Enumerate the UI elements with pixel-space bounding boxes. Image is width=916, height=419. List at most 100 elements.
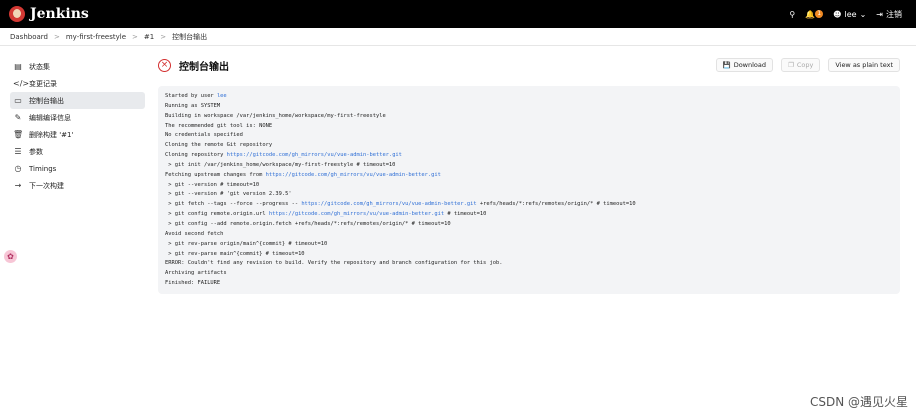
sidebar-item-parameters[interactable]: ☰ 参数 — [10, 143, 145, 160]
console-line: > git rev-parse origin/main^{commit} # t… — [165, 240, 893, 250]
console-line-text: > git --version # timeout=10 — [165, 181, 260, 188]
watermark: CSDN @遇见火星 — [809, 395, 908, 409]
console-link[interactable]: https://gitcode.com/gh_mirrors/vu/vue-ad… — [266, 172, 441, 178]
console-line: Fetching upstream changes from https://g… — [165, 171, 893, 181]
console-line: > git --version # timeout=10 — [165, 181, 893, 191]
logout-button[interactable]: ⇥ 注销 — [876, 9, 902, 20]
console-line: > git rev-parse main^{commit} # timeout=… — [165, 250, 893, 260]
console-line-text: Archiving artifacts — [165, 270, 227, 277]
console-line-text: > git config --add remote.origin.fetch +… — [165, 220, 451, 227]
floating-assistant-icon[interactable]: ✿ — [4, 250, 17, 263]
sidebar-item-label: 下一次构建 — [29, 181, 64, 190]
bell-icon: 🔔 — [805, 9, 816, 19]
sidebar-item-next-build[interactable]: → 下一次构建 — [10, 177, 145, 194]
edit-icon: ✎ — [14, 113, 22, 122]
console-line-text: Avoid second fetch — [165, 230, 224, 237]
console-line: No credentials specified — [165, 131, 893, 141]
console-line-text: No credentials specified — [165, 132, 243, 139]
console-link[interactable]: https://gitcode.com/gh_mirrors/vu/vue-ad… — [269, 211, 444, 217]
page-header: × 控制台输出 💾 Download ❐ Copy View as plain … — [158, 56, 900, 74]
console-line: Cloning repository https://gitcode.com/g… — [165, 151, 893, 161]
breadcrumb-dashboard[interactable]: Dashboard — [10, 33, 48, 41]
copy-icon: ❐ — [788, 61, 794, 69]
top-navbar: Jenkins ⚲ 🔔 1 ☻ lee ⌄ ⇥ 注销 — [0, 0, 916, 28]
sidebar-item-console-output[interactable]: ▭ 控制台输出 — [10, 92, 145, 109]
console-line: > git init /var/jenkins_home/workspace/m… — [165, 161, 893, 171]
sidebar-item-status[interactable]: ▤ 状态集 — [10, 58, 145, 75]
console-line-text: > git config remote.origin.url — [165, 211, 269, 218]
console-line-text: Running as SYSTEM — [165, 102, 221, 109]
download-button[interactable]: 💾 Download — [715, 58, 773, 72]
sidebar-item-label: 变更记录 — [29, 79, 57, 88]
console-line-text: # timeout=10 — [444, 211, 487, 218]
console-line-text: Cloning repository — [165, 152, 227, 159]
jenkins-butler-icon — [9, 6, 25, 22]
copy-button[interactable]: ❐ Copy — [781, 58, 821, 72]
sidebar-item-edit-build-info[interactable]: ✎ 编辑编译信息 — [10, 109, 145, 126]
console-icon: ▭ — [14, 96, 22, 105]
console-line: ERROR: Couldn't find any revision to bui… — [165, 259, 893, 269]
console-line: Building in workspace /var/jenkins_home/… — [165, 112, 893, 122]
notifications-button[interactable]: 🔔 1 — [805, 9, 824, 19]
console-line-text: Finished: FAILURE — [165, 280, 221, 287]
console-line: > git config --add remote.origin.fetch +… — [165, 220, 893, 230]
user-name: lee — [844, 9, 857, 19]
download-icon: 💾 — [722, 61, 731, 69]
console-line-text: ERROR: Couldn't find any revision to bui… — [165, 260, 503, 267]
sidebar-item-changes[interactable]: </> 变更记录 — [10, 75, 145, 92]
console-link[interactable]: https://gitcode.com/gh_mirrors/vu/vue-ad… — [227, 152, 402, 158]
console-line: Cloning the remote Git repository — [165, 141, 893, 151]
console-output: Started by user lee Running as SYSTEM Buil… — [158, 86, 900, 294]
search-icon[interactable]: ⚲ — [789, 10, 795, 19]
breadcrumb-job[interactable]: my-first-freestyle — [66, 33, 126, 41]
breadcrumb-console[interactable]: 控制台输出 — [172, 32, 207, 42]
console-line-text: > git fetch --tags --force --progress -- — [165, 201, 302, 208]
breadcrumb-separator-icon: > — [53, 32, 60, 41]
console-line: Archiving artifacts — [165, 269, 893, 279]
console-line: > git config remote.origin.url https://g… — [165, 210, 893, 220]
page-title: 控制台输出 — [179, 61, 229, 73]
breadcrumb-separator-icon: > — [132, 32, 138, 41]
console-link[interactable]: https://gitcode.com/gh_mirrors/vu/vue-ad… — [301, 201, 476, 207]
arrow-right-icon: → — [14, 181, 22, 190]
console-line: Avoid second fetch — [165, 230, 893, 240]
sidebar-item-label: 删除构建 '#1' — [29, 130, 74, 139]
sidebar-item-label: Timings — [29, 164, 57, 173]
clock-icon: ◷ — [14, 164, 22, 173]
failure-status-icon: × — [158, 58, 171, 72]
user-menu[interactable]: ☻ lee ⌄ — [833, 10, 866, 19]
console-line-text: The recommended git tool is: NONE — [165, 122, 273, 129]
console-line-text: Fetching upstream changes from — [165, 171, 266, 178]
console-line: > git fetch --tags --force --progress --… — [165, 200, 893, 210]
sidebar-item-timings[interactable]: ◷ Timings — [10, 160, 145, 177]
console-line: Running as SYSTEM — [165, 102, 893, 112]
chevron-down-icon: ⌄ — [859, 9, 867, 19]
download-label: Download — [733, 61, 766, 69]
console-line: Finished: FAILURE — [165, 279, 893, 289]
breadcrumb-separator-icon: > — [160, 32, 167, 41]
console-line-text: +refs/heads/*:refs/remotes/origin/* # ti… — [476, 201, 636, 208]
sidebar-item-label: 编辑编译信息 — [29, 113, 71, 122]
console-line: > git --version # 'git version 2.39.5' — [165, 190, 893, 200]
sidebar-item-label: 参数 — [29, 147, 43, 156]
breadcrumb-build[interactable]: #1 — [144, 33, 154, 41]
console-line-text: > git init /var/jenkins_home/workspace/m… — [165, 161, 396, 168]
parameters-icon: ☰ — [14, 147, 22, 156]
app-name: Jenkins — [30, 6, 89, 22]
trash-icon: 🗑 — [13, 130, 24, 139]
code-icon: </> — [13, 79, 30, 88]
breadcrumb: Dashboard > my-first-freestyle > #1 > 控制… — [0, 28, 916, 46]
view-plain-text-button[interactable]: View as plain text — [828, 58, 900, 72]
console-link[interactable]: lee — [217, 93, 227, 99]
jenkins-logo[interactable]: Jenkins — [9, 6, 89, 22]
console-line-text: Building in workspace /var/jenkins_home/… — [165, 112, 386, 119]
console-line: Started by user lee — [165, 92, 893, 102]
console-line-text: Started by user — [165, 93, 217, 99]
sidebar-item-delete-build[interactable]: 🗑 删除构建 '#1' — [10, 126, 145, 143]
sidebar-item-label: 控制台输出 — [29, 96, 64, 105]
user-icon: ☻ — [833, 9, 842, 19]
console-line: The recommended git tool is: NONE — [165, 122, 893, 132]
console-line-text: Cloning the remote Git repository — [165, 142, 273, 149]
console-line-text: > git rev-parse main^{commit} # timeout=… — [165, 250, 305, 257]
sidebar-item-label: 状态集 — [29, 62, 50, 71]
